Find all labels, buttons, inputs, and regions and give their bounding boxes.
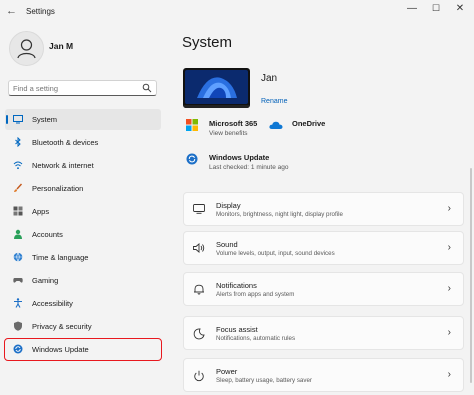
page-title: System (182, 34, 233, 51)
sidebar-item-accessibility[interactable]: Accessibility (5, 293, 161, 314)
service-subtitle: Last checked: 1 minute ago (209, 164, 289, 171)
service-title: Microsoft 365 (209, 119, 258, 128)
sidebar-item-label: Privacy & security (32, 322, 92, 331)
card-sound[interactable]: Sound Volume levels, output, input, soun… (183, 231, 464, 265)
sidebar-item-accounts[interactable]: Accounts (5, 224, 161, 245)
bell-icon (194, 284, 204, 295)
card-title: Power (216, 367, 238, 376)
card-title: Notifications (216, 281, 257, 290)
card-title: Display (216, 201, 241, 210)
minimize-button[interactable]: — (404, 3, 420, 14)
title-bar: ← Settings — ☐ ✕ (0, 0, 474, 24)
card-power[interactable]: Power Sleep, battery usage, battery save… (183, 358, 464, 392)
accessibility-icon (14, 298, 22, 308)
apps-icon (13, 206, 23, 216)
device-thumbnail (183, 68, 250, 108)
windows-update-tile[interactable]: Windows Update Last checked: 1 minute ag… (186, 153, 326, 175)
sidebar-item-label: Windows Update (32, 345, 89, 354)
sidebar-nav: System Bluetooth & devices Network & int… (4, 109, 162, 362)
search-box[interactable] (8, 80, 157, 96)
settings-window: ← Settings — ☐ ✕ Jan M System (0, 0, 474, 395)
chevron-right-icon: › (447, 242, 451, 253)
chevron-right-icon: › (447, 283, 451, 294)
chevron-right-icon: › (447, 203, 451, 214)
card-title: Sound (216, 240, 238, 249)
focus-icon (193, 328, 205, 340)
card-title: Focus assist (216, 325, 258, 334)
user-name: Jan M (49, 41, 74, 51)
rename-link[interactable]: Rename (261, 98, 287, 105)
avatar[interactable] (9, 31, 44, 66)
sidebar-item-time-language[interactable]: Time & language (5, 247, 161, 268)
close-button[interactable]: ✕ (452, 3, 468, 14)
sidebar-item-apps[interactable]: Apps (5, 201, 161, 222)
chevron-right-icon: › (447, 327, 451, 338)
shield-icon (14, 321, 22, 331)
sidebar-item-network[interactable]: Network & internet (5, 155, 161, 176)
card-subtitle: Volume levels, output, input, sound devi… (216, 250, 335, 257)
network-icon (13, 161, 23, 170)
sidebar-item-label: Accounts (32, 230, 63, 239)
maximize-button[interactable]: ☐ (428, 3, 444, 14)
back-arrow-icon[interactable]: ← (6, 5, 17, 17)
service-title: Windows Update (209, 153, 270, 162)
wallpaper-image (183, 70, 250, 108)
system-icon (13, 115, 23, 124)
sidebar-item-windows-update[interactable]: Windows Update (4, 338, 162, 361)
card-focus-assist[interactable]: Focus assist Notifications, automatic ru… (183, 316, 464, 350)
accounts-icon (14, 229, 22, 239)
card-subtitle: Notifications, automatic rules (216, 335, 296, 342)
microsoft-logo-icon (186, 119, 198, 131)
sidebar-item-label: Gaming (32, 276, 59, 285)
bluetooth-icon (15, 137, 21, 147)
card-notifications[interactable]: Notifications Alerts from apps and syste… (183, 272, 464, 306)
sidebar-item-privacy-security[interactable]: Privacy & security (5, 316, 161, 337)
sidebar-item-personalization[interactable]: Personalization (5, 178, 161, 199)
globe-icon (13, 252, 23, 262)
microsoft-365-tile[interactable]: Microsoft 365 View benefits (186, 119, 276, 141)
sidebar-item-label: System (32, 115, 58, 124)
power-icon (194, 370, 204, 382)
card-subtitle: Alerts from apps and system (216, 291, 295, 298)
sidebar-item-system[interactable]: System (5, 109, 161, 130)
sidebar-item-label: Accessibility (32, 299, 73, 308)
onedrive-tile[interactable]: OneDrive (269, 119, 359, 141)
sidebar-item-label: Personalization (32, 184, 84, 193)
sidebar-item-bluetooth[interactable]: Bluetooth & devices (5, 132, 161, 153)
gaming-icon (13, 278, 23, 283)
brush-icon (14, 183, 23, 192)
sidebar-item-label: Time & language (32, 253, 89, 262)
onedrive-icon (269, 121, 283, 129)
device-name: Jan (261, 73, 278, 84)
service-title: OneDrive (292, 119, 326, 128)
chevron-right-icon: › (447, 369, 451, 380)
update-icon (186, 153, 198, 165)
service-subtitle: View benefits (209, 130, 248, 137)
sidebar-item-label: Network & internet (32, 161, 94, 170)
card-subtitle: Sleep, battery usage, battery saver (216, 377, 312, 384)
sidebar-item-label: Apps (32, 207, 50, 216)
scrollbar[interactable] (470, 168, 472, 383)
card-display[interactable]: Display Monitors, brightness, night ligh… (183, 192, 464, 226)
sidebar-item-label: Bluetooth & devices (32, 138, 99, 147)
window-title: Settings (26, 7, 55, 16)
sidebar-item-gaming[interactable]: Gaming (5, 270, 161, 291)
sound-icon (193, 243, 205, 253)
update-icon (13, 344, 23, 354)
user-icon (17, 39, 36, 59)
card-subtitle: Monitors, brightness, night light, displ… (216, 211, 343, 218)
display-icon (193, 204, 205, 214)
search-icon[interactable] (142, 83, 152, 93)
search-input[interactable] (13, 83, 133, 94)
